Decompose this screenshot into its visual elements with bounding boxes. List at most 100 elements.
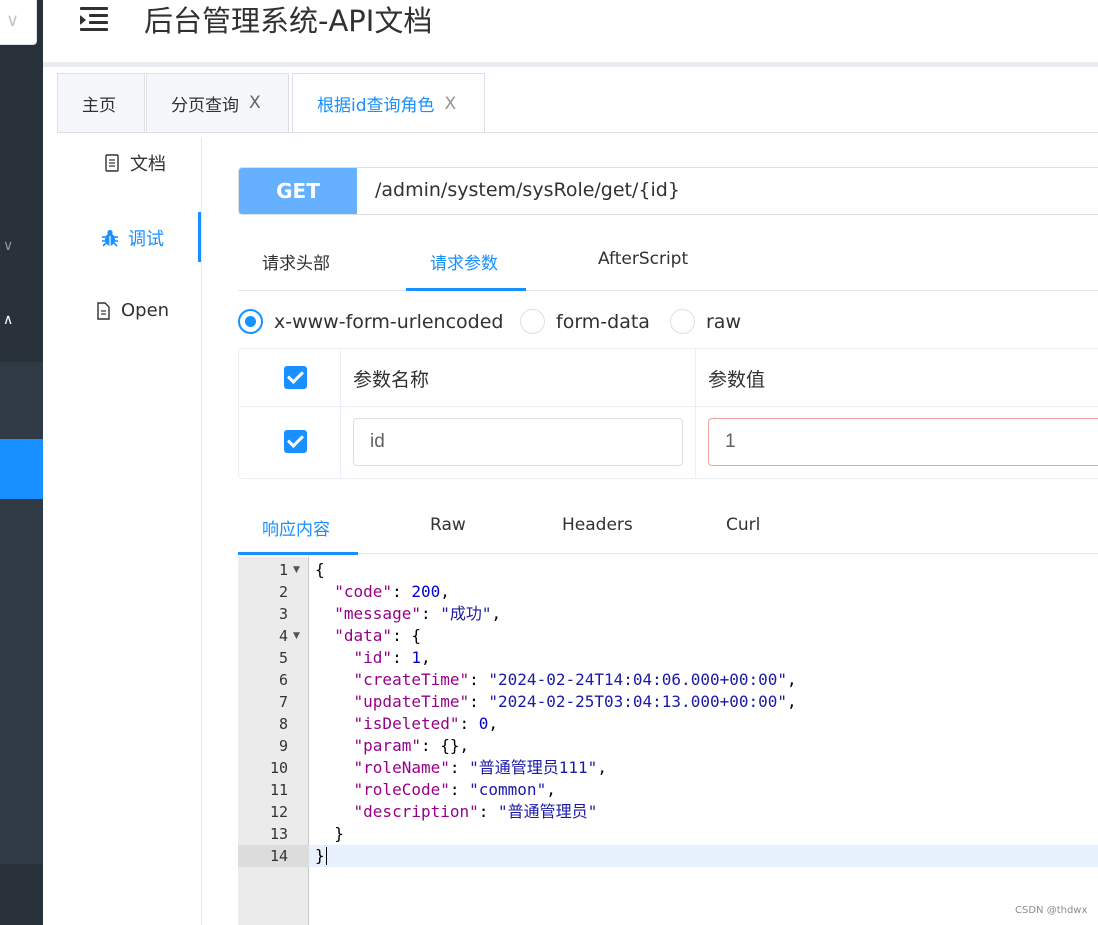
radio-raw[interactable]: raw <box>670 309 741 334</box>
json-updatetime-value: 2024-02-25T03:04:13.000+00:00 <box>498 692 778 711</box>
line-number: 14 <box>269 847 288 865</box>
line-number: 2 <box>278 583 288 601</box>
code-line: "id": 1, <box>353 648 431 667</box>
doc-menu-label: Open <box>121 300 170 321</box>
code-line: { <box>315 560 325 579</box>
radio-urlencoded[interactable]: x-www-form-urlencoded <box>238 309 503 334</box>
row-checkbox[interactable] <box>284 430 307 453</box>
request-path[interactable]: /admin/system/sysRole/get/{id} <box>375 179 680 201</box>
param-name-input[interactable]: id <box>353 418 683 466</box>
line-number: 7 <box>278 693 288 711</box>
line-number: 5 <box>278 649 288 667</box>
select-all-checkbox[interactable] <box>284 366 307 389</box>
code-line: "code": 200, <box>334 582 450 601</box>
sidebar-item-active[interactable] <box>0 439 43 499</box>
line-number: 10 <box>269 759 288 777</box>
code-line: "updateTime": "2024-02-25T03:04:13.000+0… <box>353 692 797 711</box>
radio-label: x-www-form-urlencoded <box>274 310 504 333</box>
line-number: 6 <box>278 671 288 689</box>
params-table-header: 参数名称 参数值 <box>239 349 1098 407</box>
doc-menu-item-debug[interactable]: 调试 <box>100 225 164 251</box>
col-param-name: 参数名称 <box>353 369 430 391</box>
code-line: } <box>315 846 325 865</box>
tab-home[interactable]: 主页 <box>57 73 145 132</box>
tab-response-raw[interactable]: Raw <box>430 515 466 535</box>
doc-menu-label: 调试 <box>128 229 164 250</box>
code-line: "roleName": "普通管理员111", <box>353 758 607 777</box>
json-id-value: 1 <box>411 648 421 667</box>
doc-menu: 文档 调试 Open <box>43 133 202 925</box>
line-number: 9 <box>278 737 288 755</box>
json-message-value: 成功 <box>449 604 482 623</box>
close-icon[interactable]: X <box>249 93 261 113</box>
tab-response-curl[interactable]: Curl <box>726 515 760 535</box>
line-number: 3 <box>278 605 288 623</box>
radio-dot <box>520 309 545 334</box>
tab-after-script[interactable]: AfterScript <box>598 249 688 269</box>
param-value-input[interactable]: 1 <box>708 418 1098 466</box>
code-line: "message": "成功", <box>334 604 502 623</box>
params-table: 参数名称 参数值 id 1 <box>238 348 1098 479</box>
top-header: 后台管理系统-API文档 <box>43 0 1098 62</box>
json-rolecode-value: common <box>478 780 537 799</box>
tab-response-content[interactable]: 响应内容 <box>262 515 330 540</box>
radio-dot <box>238 309 263 334</box>
tab-response-headers[interactable]: Headers <box>562 515 633 535</box>
col-divider <box>695 349 696 407</box>
code-line: "data": { <box>334 626 421 645</box>
json-isdeleted-value: 0 <box>478 714 489 733</box>
code-line: } <box>315 824 344 843</box>
json-param-value: {} <box>440 736 460 755</box>
col-divider <box>340 349 341 479</box>
editor-active-line <box>309 845 1098 867</box>
bug-icon <box>100 228 120 248</box>
json-rolename-value: 普通管理员111 <box>478 758 588 777</box>
fold-arrow-icon[interactable]: ▼ <box>293 559 303 581</box>
chevron-up-icon[interactable]: ∧ <box>3 312 13 328</box>
tab-request-headers[interactable]: 请求头部 <box>262 249 330 274</box>
json-code-value: 200 <box>411 582 441 601</box>
tab-request-params[interactable]: 请求参数 <box>430 249 498 274</box>
request-subtabs: 请求头部 请求参数 AfterScript <box>238 233 1098 291</box>
tab-label: 分页查询 <box>171 95 239 116</box>
http-method-badge[interactable]: GET <box>239 168 357 214</box>
code-line: "roleCode": "common", <box>353 780 556 799</box>
close-icon[interactable]: X <box>445 94 457 114</box>
code-line: "isDeleted": 0, <box>353 714 499 733</box>
radio-dot <box>670 309 695 334</box>
code-line: "createTime": "2024-02-24T14:04:06.000+0… <box>353 670 797 689</box>
radio-form-data[interactable]: form-data <box>520 309 650 334</box>
code-line: "description": "普通管理员" <box>353 802 598 821</box>
doc-menu-label: 文档 <box>130 154 166 175</box>
json-description-value: 普通管理员 <box>507 802 588 821</box>
response-tabs: 响应内容 Raw Headers Curl <box>238 499 1098 555</box>
radio-label: form-data <box>556 310 650 333</box>
watermark: CSDN @thdwx <box>1015 905 1088 916</box>
json-createtime-value: 2024-02-24T14:04:06.000+00:00 <box>498 670 778 689</box>
document-icon <box>102 153 122 173</box>
doc-menu-item-open[interactable]: Open <box>93 300 169 321</box>
response-tab-active-indicator <box>238 552 358 555</box>
sidebar-dropdown[interactable]: ∨ <box>0 0 37 45</box>
fold-arrow-icon[interactable]: ▼ <box>293 625 303 647</box>
line-number: 12 <box>269 803 288 821</box>
debug-panel: GET /admin/system/sysRole/get/{id} 请求头部 … <box>201 133 1098 925</box>
radio-label: raw <box>706 310 741 333</box>
chevron-down-icon: ∨ <box>6 10 20 31</box>
sidebar-bottom <box>0 864 43 925</box>
subtab-active-indicator <box>406 288 526 291</box>
page-title: 后台管理系统-API文档 <box>144 4 433 38</box>
response-code-editor[interactable]: 1 ▼ 2 3 4 ▼ 5 6 7 8 9 10 11 12 13 14 { "… <box>238 557 1098 925</box>
tab-get-role-by-id[interactable]: 根据id查询角色 X <box>292 73 485 133</box>
header-divider <box>43 62 1098 67</box>
tab-label: 根据id查询角色 <box>317 96 435 116</box>
menu-fold-icon[interactable] <box>80 6 108 31</box>
doc-menu-item-doc[interactable]: 文档 <box>102 150 166 176</box>
file-icon <box>93 301 113 321</box>
chevron-down-icon[interactable]: ∨ <box>3 238 13 254</box>
line-number: 11 <box>269 781 288 799</box>
sidebar-submenu <box>0 362 43 864</box>
app-root: ∨ ∨ ∧ 后台管理系统-API文档 主页 分页查询 X 根据id查询角色 X <box>0 0 1098 925</box>
tab-page-query[interactable]: 分页查询 X <box>146 73 289 132</box>
line-number: 1 <box>278 561 288 579</box>
